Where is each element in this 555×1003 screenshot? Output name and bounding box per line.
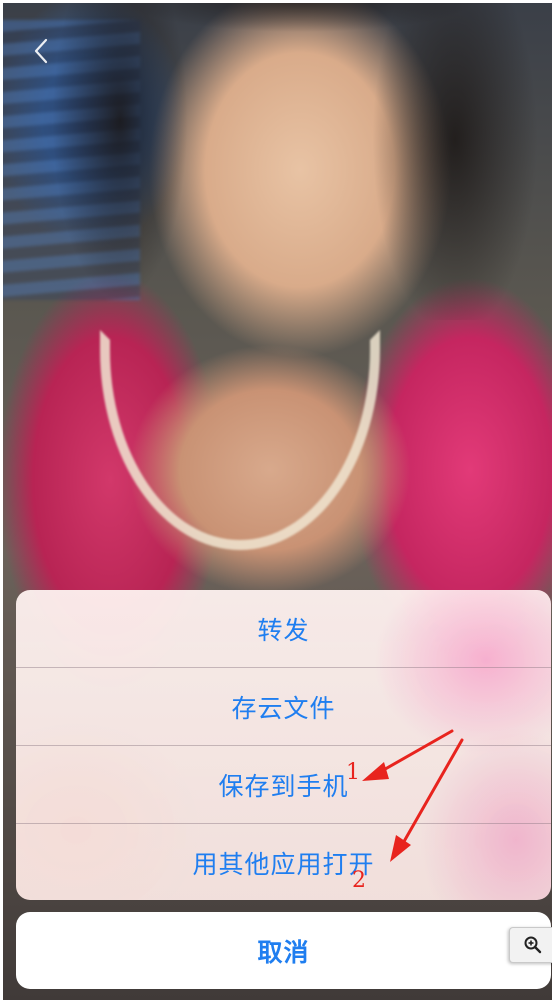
action-sheet: 转发 存云文件 保存到手机 用其他应用打开: [16, 590, 551, 900]
video-viewer-screen: 转发 存云文件 保存到手机 用其他应用打开 取消 1 2: [0, 0, 555, 1003]
forward-button[interactable]: 转发: [16, 590, 551, 667]
zoom-in-icon: [524, 936, 542, 954]
zoom-button[interactable]: [509, 927, 555, 963]
necklace-shape: [100, 330, 380, 550]
save-to-phone-button[interactable]: 保存到手机: [16, 746, 551, 823]
cancel-button[interactable]: 取消: [16, 912, 551, 989]
open-in-other-app-button[interactable]: 用其他应用打开: [16, 824, 551, 900]
photo-shading: [0, 0, 555, 320]
back-button[interactable]: [24, 34, 58, 68]
chevron-left-icon: [34, 38, 48, 64]
save-to-cloud-button[interactable]: 存云文件: [16, 668, 551, 745]
